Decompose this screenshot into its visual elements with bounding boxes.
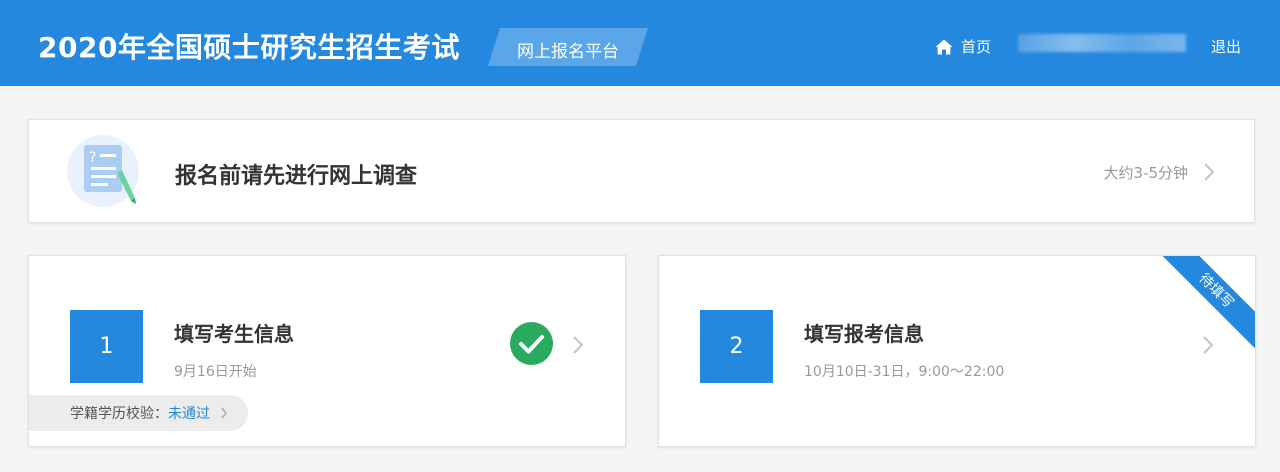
logout-link[interactable]: 退出 xyxy=(1211,36,1241,57)
top-header: 2020年全国硕士研究生招生考试 网上报名平台 首页 退出 xyxy=(0,0,1280,86)
survey-time-estimate: 大约3-5分钟 xyxy=(1103,164,1189,182)
verification-result-link[interactable]: 未通过 xyxy=(168,403,210,423)
home-link-label: 首页 xyxy=(961,38,992,56)
step-card-fill-candidate-info[interactable]: 1 填写考生信息 9月16日开始 学籍学历校验： 未通过 xyxy=(28,255,626,447)
check-circle-icon xyxy=(510,322,553,365)
step-number: 2 xyxy=(700,310,773,383)
exam-title: 2020年全国硕士研究生招生考试 xyxy=(38,31,460,64)
step-card-fill-application-info[interactable]: 2 填写报考信息 10月10日-31日，9:00～22:00 待填写 xyxy=(658,255,1256,447)
step-time: 9月16日开始 xyxy=(174,364,257,380)
verification-status: 学籍学历校验： 未通过 xyxy=(29,395,248,431)
home-link[interactable]: 首页 xyxy=(935,36,991,57)
home-icon xyxy=(935,39,953,55)
survey-card[interactable]: ? 报名前请先进行网上调查 大约3-5分钟 xyxy=(28,119,1255,223)
chevron-right-icon xyxy=(1202,162,1216,182)
step-number: 1 xyxy=(70,310,143,383)
chevron-right-icon xyxy=(220,407,228,419)
survey-document-icon: ? xyxy=(67,134,139,208)
step-title: 填写报考信息 xyxy=(804,322,924,346)
svg-text:?: ? xyxy=(89,150,96,166)
chevron-right-icon xyxy=(1201,335,1215,355)
step-time: 10月10日-31日，9:00～22:00 xyxy=(804,364,1005,380)
user-name-blurred xyxy=(1018,34,1186,52)
platform-tag-label: 网上报名平台 xyxy=(517,42,619,62)
chevron-right-icon xyxy=(571,335,585,355)
step-title: 填写考生信息 xyxy=(174,322,294,346)
platform-tag: 网上报名平台 xyxy=(488,28,648,66)
survey-title: 报名前请先进行网上调查 xyxy=(175,164,418,189)
verification-label: 学籍学历校验： xyxy=(70,406,168,422)
